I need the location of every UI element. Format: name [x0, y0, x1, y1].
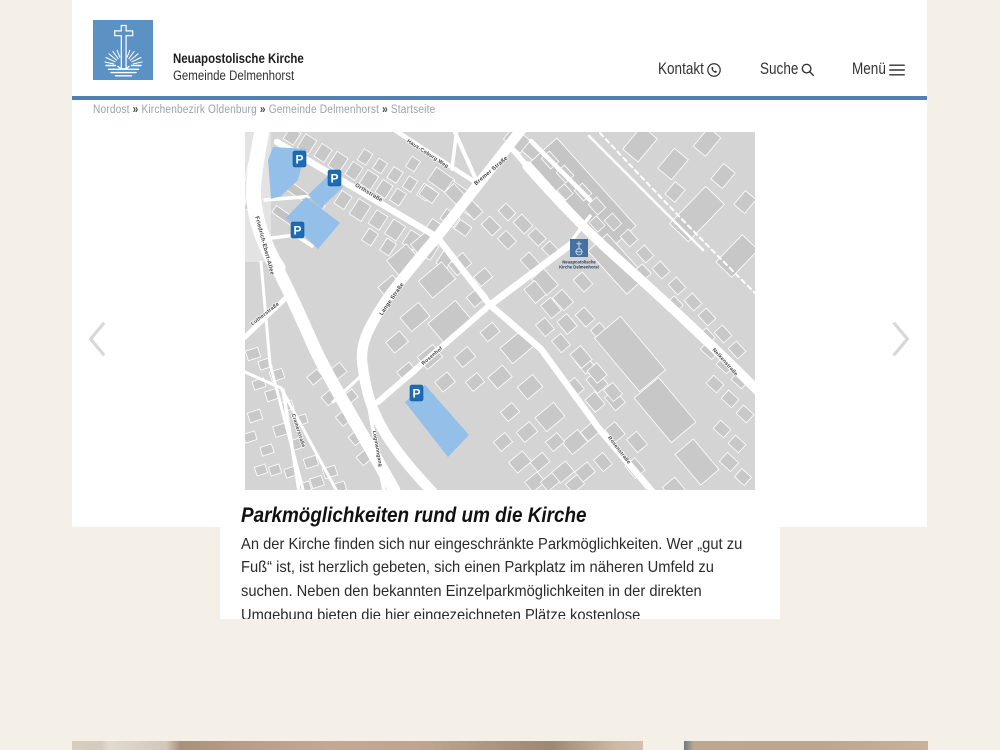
svg-text:Kirche Delmenhorst: Kirche Delmenhorst — [559, 265, 599, 270]
svg-text:P: P — [293, 224, 301, 238]
svg-text:P: P — [295, 153, 303, 167]
svg-text:P: P — [330, 172, 338, 186]
svg-text:P: P — [412, 387, 420, 401]
